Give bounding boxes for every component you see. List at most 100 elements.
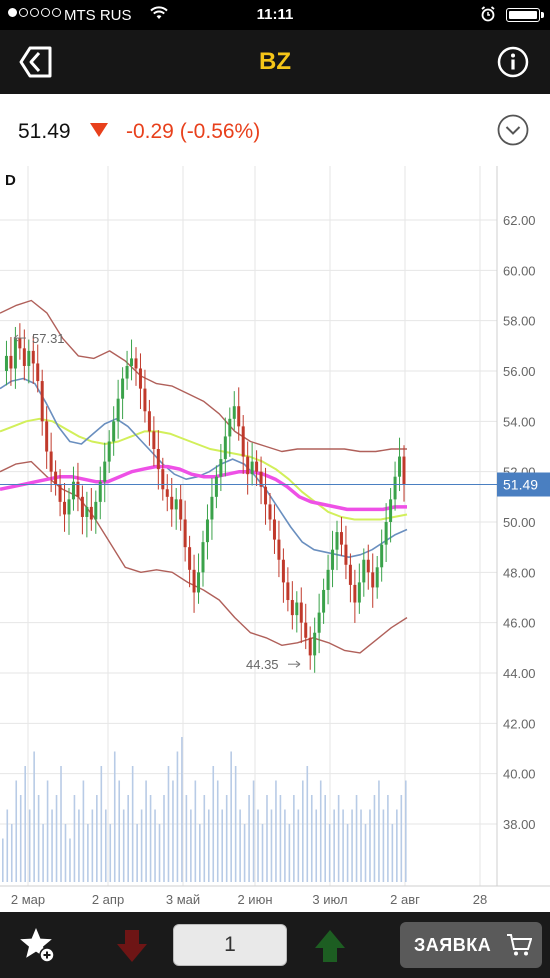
- candle-body: [89, 506, 93, 520]
- volume-bar: [96, 795, 98, 882]
- candle-body: [371, 572, 375, 588]
- volume-bar: [396, 809, 398, 882]
- candle-body: [223, 436, 227, 460]
- candle-body: [277, 539, 281, 560]
- candle-body: [322, 589, 326, 613]
- alarm-icon: [480, 6, 496, 26]
- candle-body: [384, 522, 388, 545]
- volume-bar: [51, 809, 53, 882]
- bottom-toolbar: 1 ЗАЯВКА: [0, 912, 550, 978]
- volume-bar: [109, 824, 112, 882]
- order-button[interactable]: ЗАЯВКА: [400, 922, 542, 968]
- add-favorite-star-icon[interactable]: [18, 925, 58, 965]
- volume-bar: [243, 824, 246, 882]
- x-tick-label: 3 май: [166, 892, 200, 907]
- candle-body: [205, 519, 209, 543]
- chart-canvas[interactable]: 62.0060.0058.0056.0054.0052.0050.0048.00…: [0, 166, 550, 912]
- volume-bar: [360, 809, 362, 882]
- candle-body: [375, 567, 379, 588]
- volume-bar: [319, 780, 322, 882]
- volume-bar: [172, 780, 174, 882]
- volume-bar: [140, 809, 143, 882]
- volume-bar: [248, 795, 250, 882]
- cart-icon: [506, 933, 533, 962]
- buy-arrow-up-icon[interactable]: [313, 928, 347, 964]
- volume-bar: [167, 766, 170, 882]
- volume-bar: [333, 809, 335, 882]
- candle-body: [286, 582, 290, 601]
- candle-body: [290, 600, 294, 616]
- volume-bar: [346, 824, 349, 882]
- y-tick-label: 48.00: [503, 565, 536, 580]
- volume-bar: [33, 751, 35, 882]
- candle-body: [246, 456, 250, 475]
- max-marker-label: 57.31: [32, 331, 65, 346]
- volume-bar: [328, 824, 331, 882]
- volume-bar: [351, 809, 353, 882]
- candle-body: [344, 544, 348, 565]
- volume-bar: [239, 809, 241, 882]
- volume-bar: [6, 809, 9, 882]
- price-change: -0.29 (-0.56%): [126, 120, 261, 143]
- candle-body: [362, 559, 366, 583]
- chevron-down-icon[interactable]: [497, 114, 529, 146]
- volume-bar: [176, 751, 179, 882]
- candle-body: [27, 350, 31, 366]
- y-tick-label: 44.00: [503, 666, 536, 681]
- volume-bar: [64, 824, 67, 882]
- candle-body: [183, 519, 187, 548]
- volume-bar: [225, 795, 228, 882]
- candle-body: [402, 456, 406, 485]
- candle-body: [232, 406, 236, 419]
- last-price: 51.49: [18, 120, 71, 143]
- status-bar: MTS RUS 11:11: [0, 0, 550, 30]
- y-tick-label: 46.00: [503, 616, 536, 631]
- candle-body: [130, 358, 134, 366]
- last-price-tag-label: 51.49: [503, 477, 538, 493]
- volume-bar: [82, 780, 85, 882]
- candle-body: [241, 426, 245, 457]
- battery-icon: [506, 8, 544, 22]
- candle-body: [112, 421, 116, 442]
- volume-bar: [122, 809, 125, 882]
- volume-bar: [42, 824, 44, 882]
- y-tick-label: 38.00: [503, 817, 536, 832]
- quote-bar: 51.49 -0.29 (-0.56%): [0, 94, 550, 167]
- volume-bar: [373, 795, 376, 882]
- clock: 11:11: [256, 6, 294, 23]
- candle-body: [143, 388, 147, 412]
- info-icon[interactable]: [497, 46, 529, 78]
- volume-bar: [118, 780, 121, 882]
- candle-body: [94, 501, 98, 520]
- volume-bar: [378, 780, 380, 882]
- volume-bar: [212, 766, 215, 882]
- volume-bar: [279, 795, 282, 882]
- candle-body: [228, 418, 232, 437]
- back-icon[interactable]: [18, 44, 54, 80]
- volume-bar: [104, 809, 107, 882]
- candle-body: [121, 378, 125, 399]
- volume-bar: [306, 766, 309, 882]
- quantity-input[interactable]: 1: [173, 924, 287, 966]
- volume-bar: [181, 737, 183, 882]
- candle-body: [250, 461, 254, 475]
- volume-bar: [216, 780, 219, 882]
- volume-bar: [113, 751, 116, 882]
- candle-body: [192, 569, 196, 593]
- candle-body: [152, 431, 156, 450]
- x-tick-label: 2 апр: [92, 892, 124, 907]
- candle-body: [299, 602, 303, 623]
- volume-bar: [270, 809, 273, 882]
- x-tick-label: 28: [473, 892, 487, 907]
- price-chart[interactable]: 62.00 60.00 58.00 56.00 54.00 52.00 50.00 48.00…: [0, 166, 550, 912]
- volume-bar: [91, 809, 94, 882]
- volume-bar: [78, 809, 80, 882]
- volume-bar: [194, 780, 197, 882]
- candle-body: [161, 469, 165, 490]
- candle-body: [393, 476, 397, 500]
- x-tick-label: 2 июн: [237, 892, 272, 907]
- sell-arrow-down-icon[interactable]: [115, 928, 149, 964]
- candle-body: [63, 501, 67, 515]
- volume-bar: [37, 795, 40, 882]
- period-label[interactable]: D: [5, 172, 16, 189]
